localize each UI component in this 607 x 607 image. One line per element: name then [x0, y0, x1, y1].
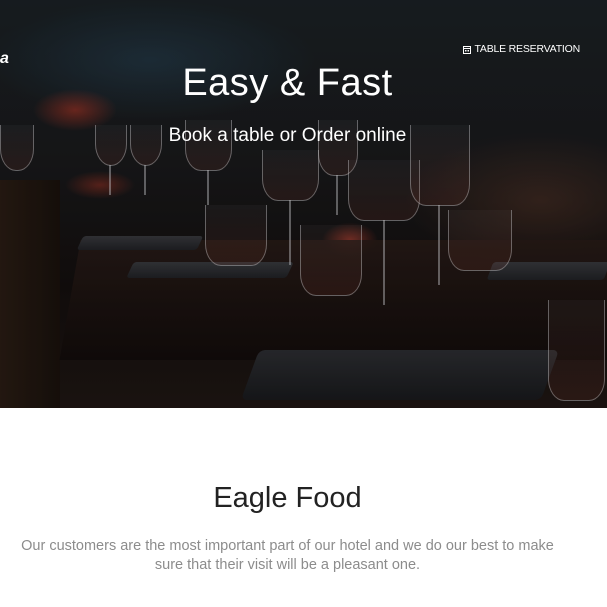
hero-subtitle: Book a table or Order online — [168, 125, 407, 146]
hero-title: Easy & Fast — [182, 62, 393, 104]
table-reservation-label: TABLE RESERVATION — [474, 43, 580, 55]
about-description: Our customers are the most important par… — [21, 538, 554, 573]
calendar-icon — [463, 45, 472, 54]
table-reservation-link[interactable]: TABLE RESERVATION — [463, 43, 580, 55]
hero-section: a TABLE RESERVATION Easy & Fast Book a t… — [0, 0, 607, 408]
about-title: Eagle Food — [213, 482, 362, 514]
